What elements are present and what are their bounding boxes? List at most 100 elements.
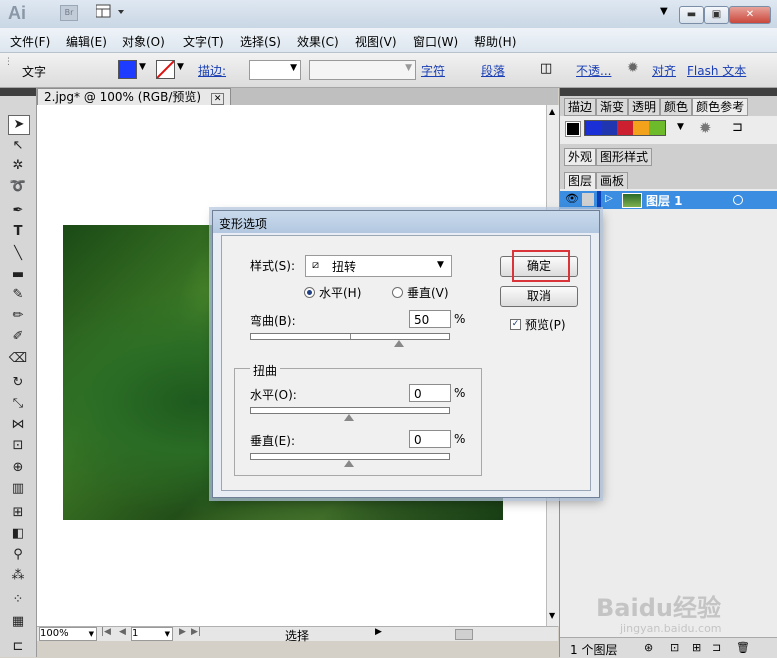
base-color-swatch[interactable] xyxy=(565,121,581,137)
menu-edit[interactable]: 编辑(E) xyxy=(66,33,107,50)
graph-tool-icon[interactable]: ▥ xyxy=(8,480,28,498)
vertical-label[interactable]: 垂直(V) xyxy=(407,284,449,301)
harmony-dropdown-icon[interactable]: ▼ xyxy=(677,122,684,132)
harmony-swatch-4[interactable] xyxy=(633,121,649,135)
artboard-tool-icon[interactable]: ⊏ xyxy=(8,638,28,656)
menu-select[interactable]: 选择(S) xyxy=(240,33,281,50)
tab-appearance[interactable]: 外观 xyxy=(564,148,597,166)
stroke-weight-combo[interactable]: ▼ xyxy=(249,60,301,80)
blob-brush-tool-icon[interactable]: ✐ xyxy=(8,328,28,346)
distort-horizontal-thumb[interactable] xyxy=(344,414,354,421)
selection-tool-icon[interactable]: ➤ xyxy=(8,115,30,135)
mesh-tool-icon[interactable]: ⊞ xyxy=(8,504,28,522)
minimize-button[interactable]: ▬ xyxy=(679,6,704,24)
menu-type[interactable]: 文字(T) xyxy=(183,33,224,50)
menu-effect[interactable]: 效果(C) xyxy=(297,33,339,50)
last-page-icon[interactable]: ▶| xyxy=(191,627,201,637)
scale-tool-icon[interactable]: ⤡ xyxy=(8,395,28,413)
menu-file[interactable]: 文件(F) xyxy=(10,33,50,50)
magic-wand-tool-icon[interactable]: ✲ xyxy=(8,157,28,175)
menu-object[interactable]: 对象(O) xyxy=(122,33,165,50)
brush-icon[interactable]: ◫ xyxy=(540,61,552,76)
lasso-tool-icon[interactable]: ➰ xyxy=(8,178,28,196)
horizontal-radio[interactable] xyxy=(304,287,315,298)
first-page-icon[interactable]: |◀ xyxy=(101,627,111,637)
delete-layer-icon[interactable]: 🗑 xyxy=(736,641,750,654)
status-menu-icon[interactable]: ▶ xyxy=(375,627,382,637)
column-graph-tool-icon[interactable]: ▦ xyxy=(8,613,28,631)
tab-stroke[interactable]: 描边 xyxy=(564,98,597,116)
layer-row[interactable]: 👁 ▷ 图层 1 xyxy=(560,191,777,209)
locate-object-icon[interactable]: ⊛ xyxy=(644,641,653,654)
new-sublayer-icon[interactable]: ⊞ xyxy=(692,641,701,654)
shape-builder-tool-icon[interactable]: ⊕ xyxy=(8,459,28,477)
symbol-sprayer-tool-icon[interactable]: ⁘ xyxy=(8,591,28,609)
distort-horizontal-input[interactable]: 0 xyxy=(409,384,451,402)
hscroll-thumb[interactable] xyxy=(455,629,473,640)
tab-transparency[interactable]: 透明 xyxy=(628,98,661,116)
bend-input[interactable]: 50 xyxy=(409,310,451,328)
blend-tool-icon[interactable]: ⁂ xyxy=(8,567,28,585)
free-transform-tool-icon[interactable]: ⊡ xyxy=(8,437,28,455)
next-page-icon[interactable]: ▶ xyxy=(179,627,186,637)
pencil-tool-icon[interactable]: ✏ xyxy=(8,307,28,325)
maximize-button[interactable]: ▣ xyxy=(704,6,729,24)
opacity-link[interactable]: 不透... xyxy=(576,62,611,79)
new-layer-icon[interactable]: ⊐ xyxy=(712,641,721,654)
gear-icon[interactable]: ✹ xyxy=(627,60,639,76)
close-button[interactable]: ✕ xyxy=(729,6,771,24)
scroll-down-icon[interactable]: ▼ xyxy=(549,611,555,620)
distort-horizontal-track[interactable] xyxy=(250,407,450,414)
expand-triangle-icon[interactable]: ▷ xyxy=(605,193,613,204)
width-tool-icon[interactable]: ⋈ xyxy=(8,416,28,434)
fill-dropdown-icon[interactable]: ▼ xyxy=(139,62,146,72)
pen-tool-icon[interactable]: ✒ xyxy=(8,202,28,220)
fill-swatch[interactable] xyxy=(118,60,137,79)
distort-vertical-thumb[interactable] xyxy=(344,460,354,467)
harmony-swatch-2[interactable] xyxy=(601,121,617,135)
eyedropper-tool-icon[interactable]: ⚲ xyxy=(8,546,28,564)
eraser-tool-icon[interactable]: ⌫ xyxy=(8,350,28,368)
workspace-dropdown-icon[interactable]: ▼ xyxy=(660,6,668,17)
bend-slider-track[interactable] xyxy=(250,333,450,340)
character-link[interactable]: 字符 xyxy=(421,62,445,79)
flash-text-link[interactable]: Flash 文本 xyxy=(687,62,746,79)
tab-gradient[interactable]: 渐变 xyxy=(596,98,629,116)
harmony-swatch-3[interactable] xyxy=(617,121,633,135)
align-link[interactable]: 对齐 xyxy=(652,62,676,79)
preview-label[interactable]: 预览(P) xyxy=(525,316,566,333)
style-select[interactable]: ⧄ 扭转 ▼ xyxy=(305,255,452,277)
close-tab-icon[interactable]: ✕ xyxy=(210,93,225,105)
bridge-button[interactable]: Br xyxy=(60,5,78,21)
tab-artboards[interactable]: 画板 xyxy=(596,172,629,190)
stroke-dropdown-icon[interactable]: ▼ xyxy=(177,62,184,72)
font-family-combo[interactable]: ▼ xyxy=(309,60,416,80)
prev-page-icon[interactable]: ◀ xyxy=(119,627,126,637)
stroke-link[interactable]: 描边: xyxy=(198,62,226,79)
rotate-tool-icon[interactable]: ↻ xyxy=(8,374,28,392)
stroke-swatch[interactable] xyxy=(156,60,175,79)
target-circle-icon[interactable] xyxy=(733,195,743,205)
menu-view[interactable]: 视图(V) xyxy=(355,33,397,50)
tab-color[interactable]: 颜色 xyxy=(660,98,693,116)
menu-window[interactable]: 窗口(W) xyxy=(413,33,458,50)
save-group-icon[interactable]: ⊐ xyxy=(732,120,743,135)
paintbrush-tool-icon[interactable]: ✎ xyxy=(8,286,28,304)
harmony-swatch-1[interactable] xyxy=(585,121,601,135)
distort-vertical-input[interactable]: 0 xyxy=(409,430,451,448)
horizontal-label[interactable]: 水平(H) xyxy=(319,284,361,301)
vertical-radio[interactable] xyxy=(392,287,403,298)
tab-graphic-styles[interactable]: 图形样式 xyxy=(596,148,653,166)
harmony-swatches[interactable] xyxy=(584,120,666,136)
zoom-combo[interactable]: 100% ▼ xyxy=(39,627,97,641)
tab-layers[interactable]: 图层 xyxy=(564,172,597,190)
layer-name[interactable]: 图层 1 xyxy=(646,192,683,209)
rectangle-tool-icon[interactable]: ▬ xyxy=(8,266,28,284)
visibility-eye-icon[interactable]: 👁 xyxy=(565,192,579,205)
direct-selection-tool-icon[interactable]: ↖ xyxy=(8,137,28,155)
dialog-title-bar[interactable]: 变形选项 xyxy=(213,211,599,233)
preview-checkbox[interactable]: ✓ xyxy=(510,319,521,330)
clipping-mask-icon[interactable]: ⊡ xyxy=(670,641,679,654)
type-tool-icon[interactable]: T xyxy=(8,223,28,241)
tab-color-guide[interactable]: 颜色参考 xyxy=(692,98,749,116)
